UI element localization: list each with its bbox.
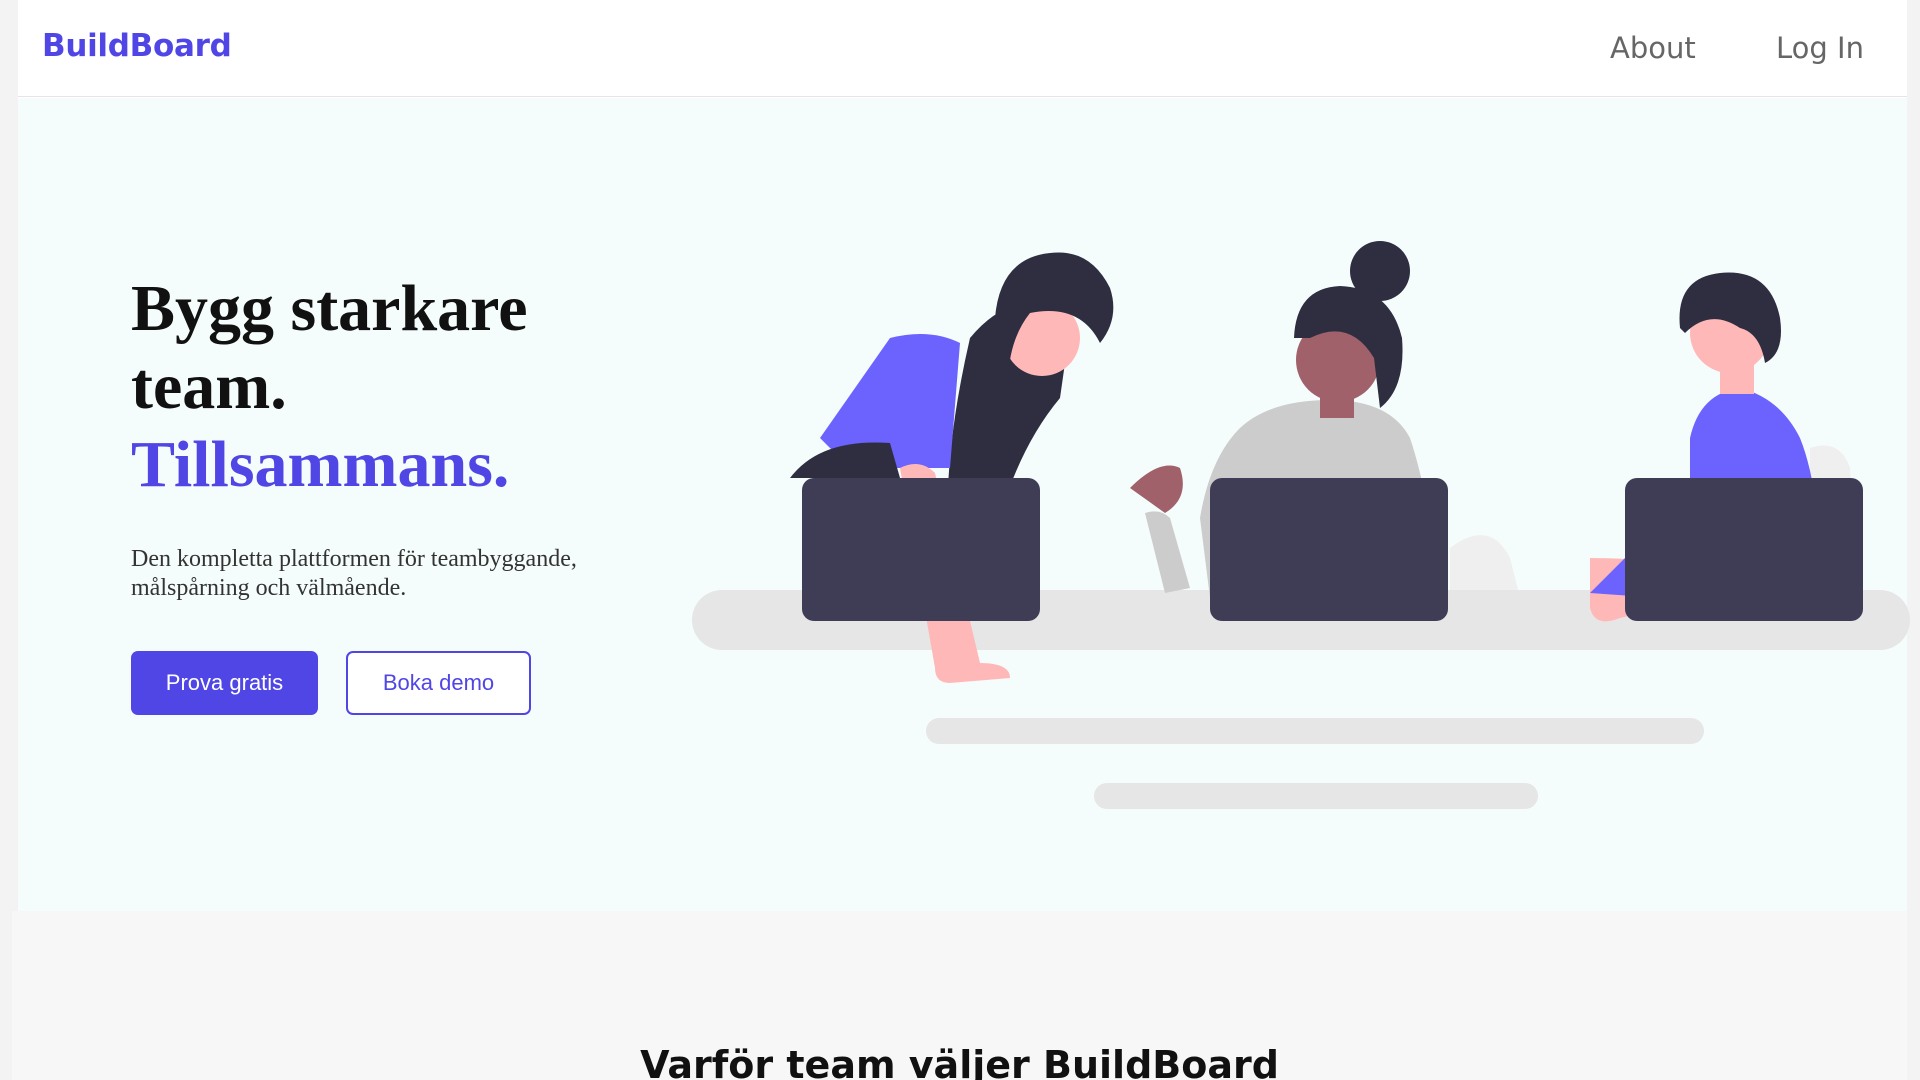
chair-back-middle	[1450, 535, 1520, 598]
laptop-middle	[1210, 478, 1448, 621]
hero-title: Bygg starkare team. Tillsammans.	[131, 270, 691, 504]
laptop-right	[1625, 478, 1863, 621]
nav-link-login[interactable]: Log In	[1776, 31, 1864, 65]
features-section: Varför team väljer BuildBoard	[12, 911, 1907, 1080]
hero-title-accent: Tillsammans.	[131, 428, 510, 501]
laptop-left	[802, 478, 1040, 621]
navbar: BuildBoard About Log In	[18, 0, 1907, 97]
nav-link-about[interactable]: About	[1610, 31, 1696, 65]
features-title: Varför team väljer BuildBoard	[640, 1043, 1279, 1080]
hero-subtitle: Den kompletta plattformen för teambyggan…	[131, 546, 577, 601]
team-illustration	[692, 241, 1910, 809]
try-free-button[interactable]: Prova gratis	[131, 651, 318, 715]
hero-section: Bygg starkare team. Tillsammans. Den kom…	[18, 98, 1910, 911]
brand-logo[interactable]: BuildBoard	[42, 28, 232, 64]
hero-title-line2: team.	[131, 350, 287, 423]
decor-line-1	[926, 718, 1704, 744]
book-demo-button[interactable]: Boka demo	[346, 651, 531, 715]
decor-line-2	[1094, 783, 1538, 809]
page: BuildBoard About Log In Bygg starkare te…	[0, 0, 1920, 1080]
hero-title-line1: Bygg starkare	[131, 272, 528, 345]
